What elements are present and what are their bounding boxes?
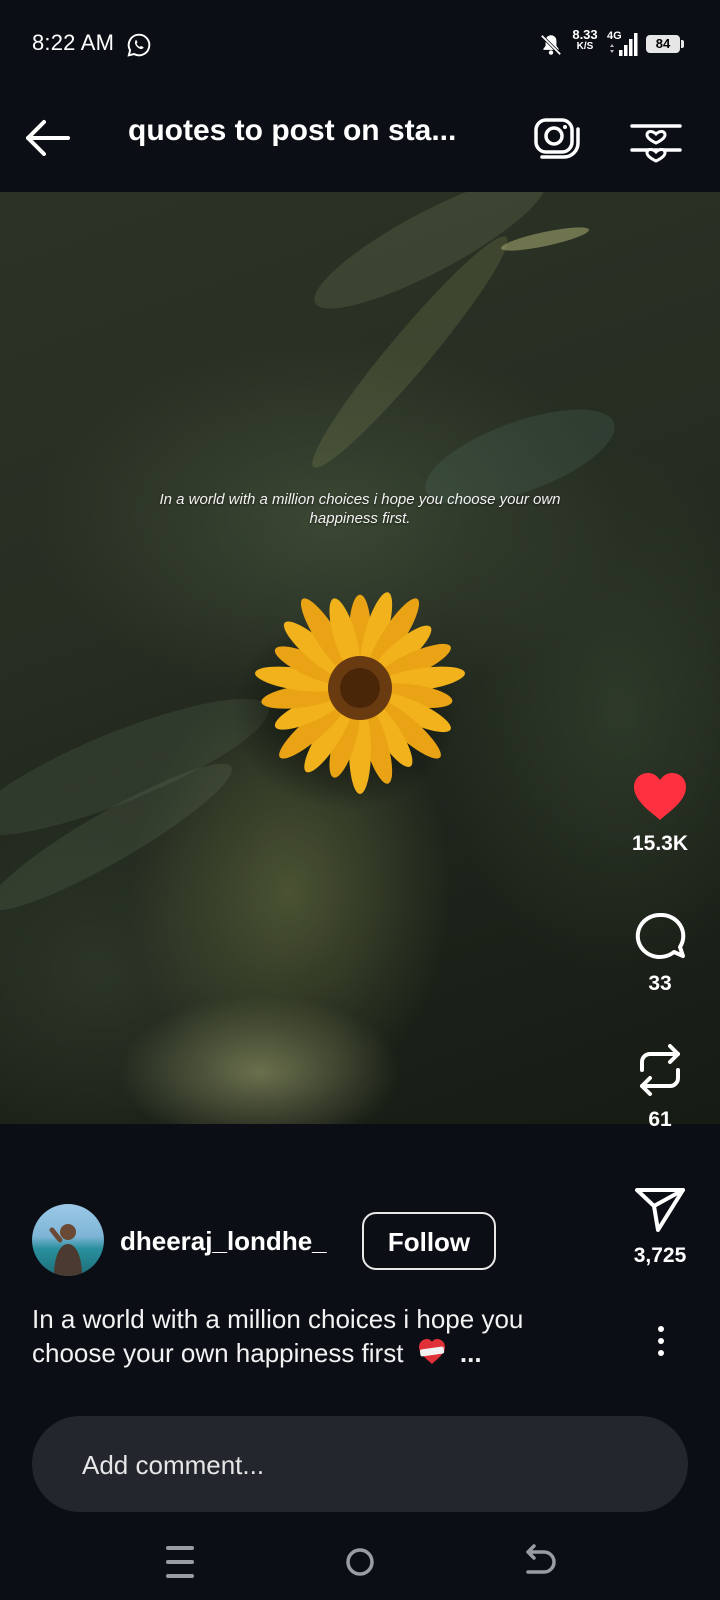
comment-input[interactable] — [80, 1416, 644, 1514]
network-speed: 8.33 K/S — [568, 28, 602, 52]
share-action[interactable]: 3,725 — [620, 1182, 700, 1268]
repost-count: 61 — [648, 1108, 672, 1131]
battery-icon: 84 — [646, 35, 686, 55]
follow-button[interactable]: Follow — [362, 1212, 496, 1270]
heart-icon[interactable] — [630, 770, 690, 824]
camera-icon[interactable] — [530, 110, 586, 166]
back-arrow-icon[interactable] — [22, 112, 74, 164]
caption-more[interactable]: ... — [460, 1338, 482, 1368]
like-action[interactable]: 15.3K — [620, 770, 700, 856]
signal-icon — [610, 33, 638, 56]
leaf-shape — [499, 222, 591, 256]
page-title: quotes to post on sta... — [128, 114, 457, 147]
mute-bell-icon — [540, 34, 562, 56]
battery-level: 84 — [646, 35, 680, 53]
flower-center-core — [340, 668, 380, 708]
whatsapp-icon — [127, 33, 151, 57]
home-circle-icon[interactable] — [332, 1540, 388, 1584]
back-nav-icon[interactable] — [512, 1540, 568, 1584]
like-count: 15.3K — [631, 832, 689, 855]
post-caption[interactable]: In a world with a million choices i hope… — [32, 1302, 602, 1370]
send-icon[interactable] — [632, 1182, 688, 1236]
avatar[interactable] — [32, 1204, 104, 1276]
comment-action[interactable]: 33 — [620, 910, 700, 996]
comment-icon[interactable] — [632, 910, 688, 964]
flower-image — [255, 592, 465, 794]
status-time: 8:22 AM — [32, 30, 115, 55]
recents-icon[interactable] — [152, 1540, 208, 1584]
author-username[interactable]: dheeraj_londhe_ — [120, 1226, 327, 1257]
heart-bandage-emoji — [418, 1339, 445, 1364]
post-overlay-quote: In a world with a million choices i hope… — [159, 491, 561, 527]
network-speed-value: 8.33 — [572, 27, 598, 42]
caption-text: In a world with a million choices i hope… — [32, 1304, 524, 1368]
vertical-dots-icon[interactable] — [646, 1320, 676, 1360]
comment-count: 33 — [648, 972, 672, 995]
avatar-photo — [49, 1224, 82, 1276]
share-count: 3,725 — [633, 1244, 687, 1267]
comment-bar[interactable] — [32, 1416, 688, 1514]
repost-action[interactable]: 61 — [620, 1040, 700, 1132]
network-speed-unit: K/S — [576, 41, 594, 52]
filter-heart-icon[interactable] — [628, 110, 684, 166]
repost-icon[interactable] — [632, 1040, 688, 1100]
